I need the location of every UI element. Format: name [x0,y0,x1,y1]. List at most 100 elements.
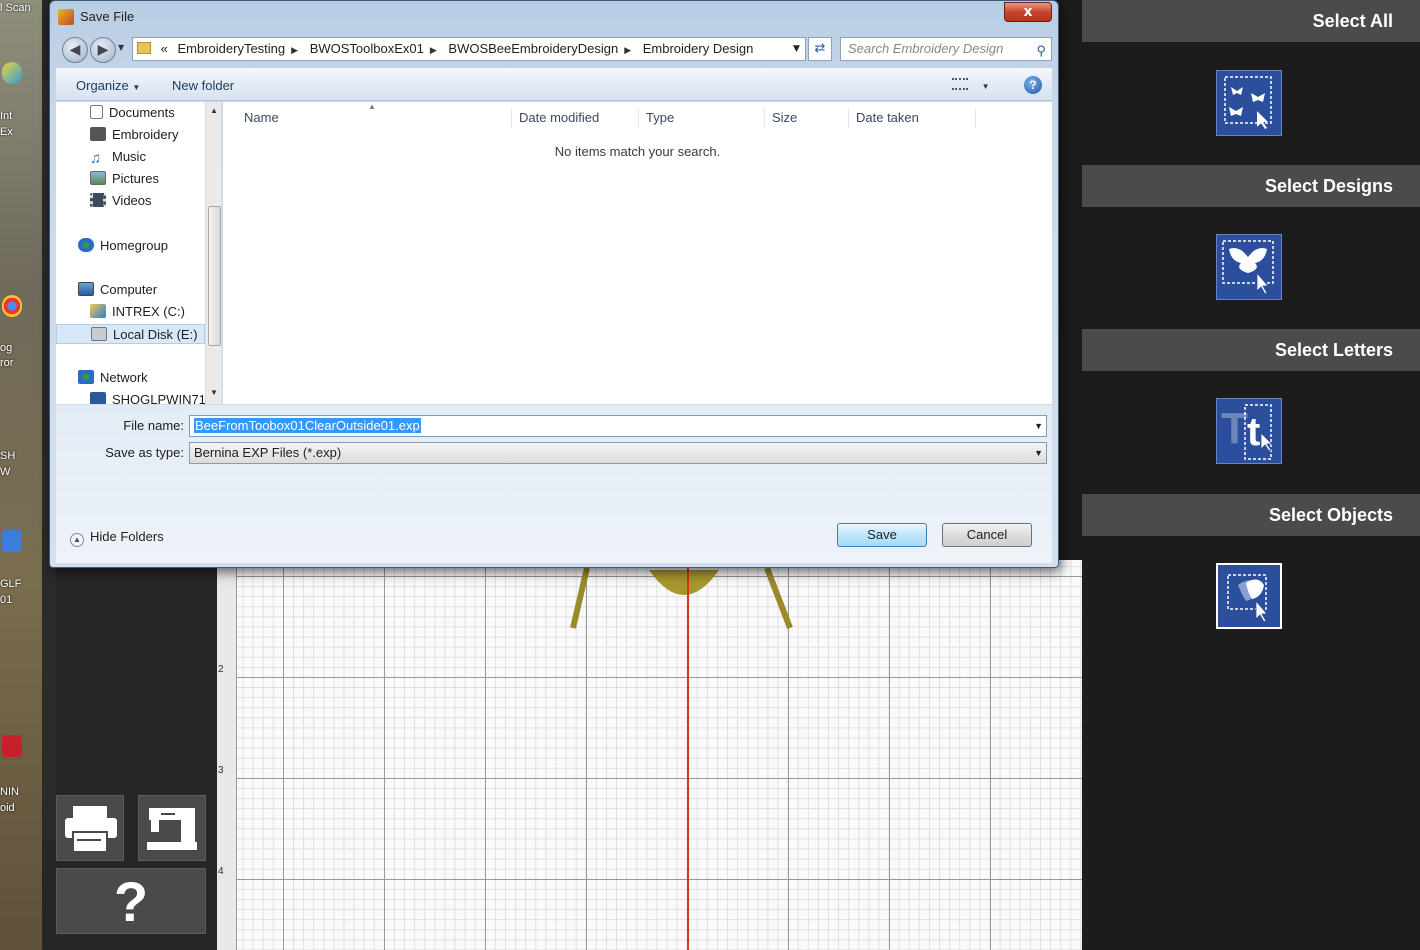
dialog-title-bar[interactable]: Save File x [50,1,1058,33]
nav-item-label: Pictures [112,171,159,186]
scroll-down-icon[interactable]: ▼ [210,388,218,397]
scroll-up-icon[interactable]: ▲ [210,106,218,115]
desktop-strip: l Scan Int Ex og ror SH W GLF 01 NIN oid [0,0,42,950]
close-button[interactable]: x [1004,2,1052,22]
ruler-number-4: 4 [218,866,224,877]
nav-item-documents[interactable]: Documents [90,103,175,123]
ruler-number-3: 3 [218,765,224,776]
homegroup-icon [78,238,94,252]
breadcrumb-embroiderytesting[interactable]: EmbroideryTesting [177,41,285,56]
nav-item-label: Embroidery [112,127,179,142]
nav-item-pictures[interactable]: Pictures [90,169,159,189]
search-icon[interactable]: ⚲ [1036,40,1046,62]
file-name-field[interactable]: BeeFromToobox01ClearOutside01.exp ▼ [189,415,1047,437]
breadcrumb-bwostoolboxex01[interactable]: BWOSToolboxEx01 [310,41,424,56]
bernina-icon[interactable] [2,735,22,757]
desktop-label-scan: l Scan [0,2,31,14]
dialog-app-icon [58,9,74,25]
documents-icon [90,105,103,119]
embroidery-canvas[interactable] [237,560,1082,950]
address-bar[interactable]: « EmbroideryTesting ▶ BWOSToolboxEx01 ▶ BW… [132,37,806,61]
navigation-scrollbar[interactable]: ▲ ▼ [205,102,221,404]
desktop-shortcut-icon[interactable] [2,530,22,552]
breadcrumb-separator-icon[interactable]: ▶ [291,45,298,55]
breadcrumb-separator-icon[interactable]: ▶ [624,45,631,55]
chrome-icon[interactable] [2,295,22,317]
address-overflow[interactable]: « [161,41,168,56]
desktop-label-4: ror [0,357,14,369]
nav-item-label: Local Disk (E:) [113,327,198,342]
nav-item-videos[interactable]: Videos [90,191,152,211]
videos-icon [90,193,106,207]
search-input[interactable]: Search Embroidery Design ⚲ [840,37,1052,61]
dialog-toolbar: Organize ▼ New folder ▼ ? [56,67,1052,101]
address-dropdown-icon[interactable]: ▼ [793,38,805,60]
breadcrumb-bwosbeeembroiderydesign[interactable]: BWOSBeeEmbroideryDesign [448,41,618,56]
save-options-panel: File name: BeeFromToobox01ClearOutside01… [56,405,1052,563]
svg-text:t: t [1247,410,1260,454]
dialog-title: Save File [80,9,135,24]
save-as-type-label: Save as type: [105,445,184,460]
chevron-down-icon[interactable]: ▼ [1034,416,1043,436]
nav-item-label: Videos [112,193,152,208]
sewing-machine-icon [147,808,197,850]
nav-item-label: SHOGLPWIN71 [112,392,206,404]
nav-item-intrex-c[interactable]: INTREX (C:) [90,302,185,322]
cancel-button[interactable]: Cancel [942,523,1032,547]
save-file-dialog: Save File x ◀ ▶ ▼ « EmbroideryTesting ▶ B… [49,0,1059,568]
nav-item-music[interactable]: ♫ Music [90,147,146,167]
nav-item-label: Network [100,370,148,385]
butterfly-select-design-icon [1222,240,1274,295]
column-name[interactable]: Name [238,108,512,128]
nav-item-local-disk-e[interactable]: Local Disk (E:) [56,324,205,344]
desktop-app-icon[interactable] [2,62,22,84]
hide-folders-button[interactable]: ▲ Hide Folders [70,529,164,547]
nav-item-homegroup[interactable]: Homegroup [78,236,168,256]
select-all-button[interactable] [1216,70,1282,136]
recent-locations-chevron-icon[interactable]: ▼ [118,43,124,52]
scrollbar-thumb[interactable] [208,206,221,346]
computer-icon [78,282,94,296]
network-computer-icon [90,392,106,404]
send-to-machine-button[interactable] [138,795,206,861]
nav-item-network[interactable]: Network [78,368,148,388]
nav-item-label: Homegroup [100,238,168,253]
refresh-button[interactable]: ⇄ [808,37,832,61]
nav-item-embroidery[interactable]: Embroidery [90,125,178,145]
butterflies-select-all-icon [1224,76,1272,129]
column-size[interactable]: Size [766,108,849,128]
breadcrumb-separator-icon[interactable]: ▶ [430,45,437,55]
nav-item-shoglpwin71[interactable]: SHOGLPWIN71 [90,390,206,404]
nav-item-label: Computer [100,282,158,297]
select-designs-button[interactable] [1216,234,1282,300]
breadcrumb-embroidery-design[interactable]: Embroidery Design [643,41,754,56]
help-button[interactable]: ? [56,868,206,934]
print-button[interactable] [56,795,124,861]
drive-c-icon [90,304,106,318]
select-objects-button[interactable] [1216,563,1282,629]
printer-icon [65,806,117,853]
object-select-icon [1227,574,1268,623]
save-as-type-select[interactable]: Bernina EXP Files (*.exp) ▼ [189,442,1047,464]
column-date-taken[interactable]: Date taken [850,108,976,128]
ruler-number-2: 2 [218,664,224,675]
save-as-type-value: Bernina EXP Files (*.exp) [194,445,342,460]
save-button[interactable]: Save [837,523,927,547]
file-name-label: File name: [123,418,184,433]
forward-button[interactable]: ▶ [90,37,116,63]
new-folder-button[interactable]: New folder [172,78,234,93]
nav-item-computer[interactable]: Computer [78,280,157,300]
column-type[interactable]: Type [640,108,765,128]
help-icon[interactable]: ? [1024,76,1042,94]
desktop-label-5: SH [0,450,16,462]
pictures-icon [90,171,106,185]
drive-e-icon [91,327,107,341]
select-letters-button[interactable]: T t [1216,398,1282,464]
file-list-pane[interactable]: ▲ Name Date modified Type Size Date take… [223,102,1052,404]
back-button[interactable]: ◀ [62,37,88,63]
nav-item-label: INTREX (C:) [112,304,185,319]
column-date-modified[interactable]: Date modified [513,108,639,128]
organize-menu[interactable]: Organize ▼ [76,78,140,93]
view-options-button[interactable]: ▼ [952,77,990,92]
desktop-label-8: 01 [0,594,13,606]
